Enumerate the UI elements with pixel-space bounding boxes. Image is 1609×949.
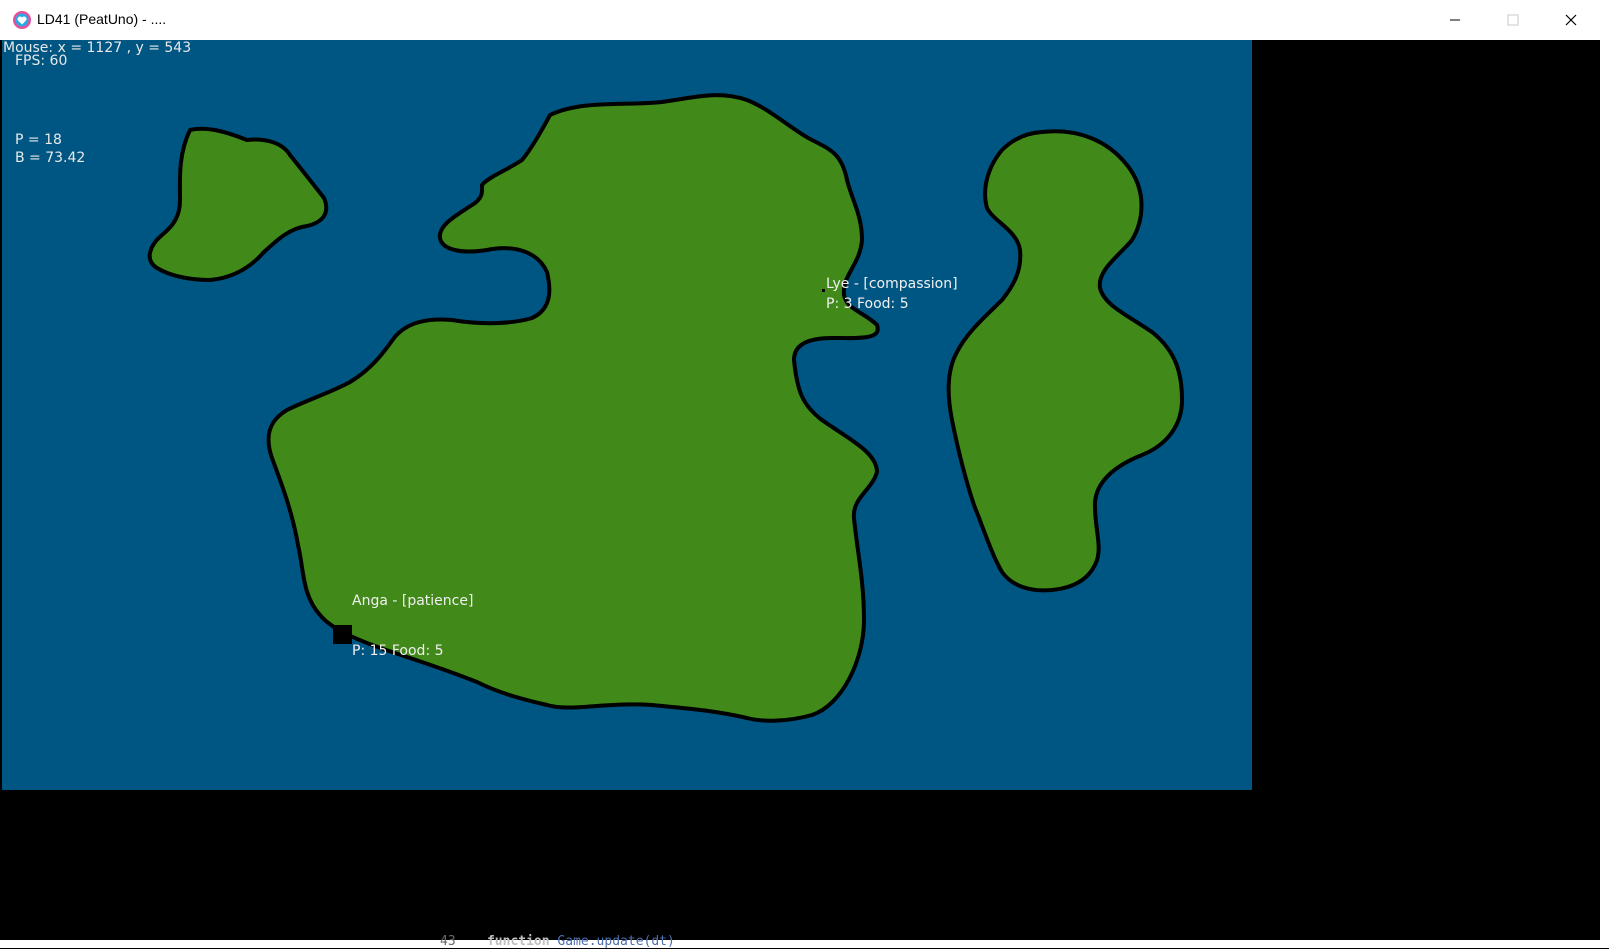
- background-editor-edge: [1600, 0, 1609, 948]
- island-west: [147, 126, 329, 282]
- island-east: [946, 129, 1184, 593]
- maximize-icon: [1507, 14, 1519, 26]
- unit-anga-stats: P: 15 Food: 5: [352, 643, 444, 659]
- stat-p: P = 18: [15, 132, 62, 148]
- island-central: [266, 93, 880, 723]
- game-canvas[interactable]: Mouse: x = 1127 , y = 543 FPS: 60 P = 18…: [2, 40, 1252, 790]
- unit-lye-name: Lye - [compassion]: [826, 276, 958, 292]
- unit-anga-marker[interactable]: [333, 625, 352, 644]
- fps-counter: FPS: 60: [15, 53, 68, 69]
- unit-lye-stats: P: 3 Food: 5: [826, 296, 909, 312]
- minimize-button[interactable]: [1426, 0, 1484, 40]
- game-window[interactable]: Mouse: x = 1127 , y = 543 FPS: 60 P = 18…: [0, 40, 1600, 940]
- unit-lye-marker[interactable]: [822, 289, 825, 292]
- stat-b: B = 73.42: [15, 150, 86, 166]
- minimize-icon: [1449, 14, 1461, 26]
- background-editor-strip: [0, 940, 1609, 948]
- app-heart-icon: [12, 10, 32, 30]
- unit-anga-name: Anga - [patience]: [352, 593, 474, 609]
- maximize-button[interactable]: [1484, 0, 1542, 40]
- window-titlebar[interactable]: LD41 (PeatUno) - ....: [0, 0, 1600, 41]
- window-title: LD41 (PeatUno) - ....: [37, 11, 167, 27]
- world-map[interactable]: [2, 40, 1252, 790]
- close-button[interactable]: [1542, 0, 1600, 40]
- background-code-line: 43 function Game.update(dt): [440, 934, 675, 949]
- close-icon: [1565, 14, 1577, 26]
